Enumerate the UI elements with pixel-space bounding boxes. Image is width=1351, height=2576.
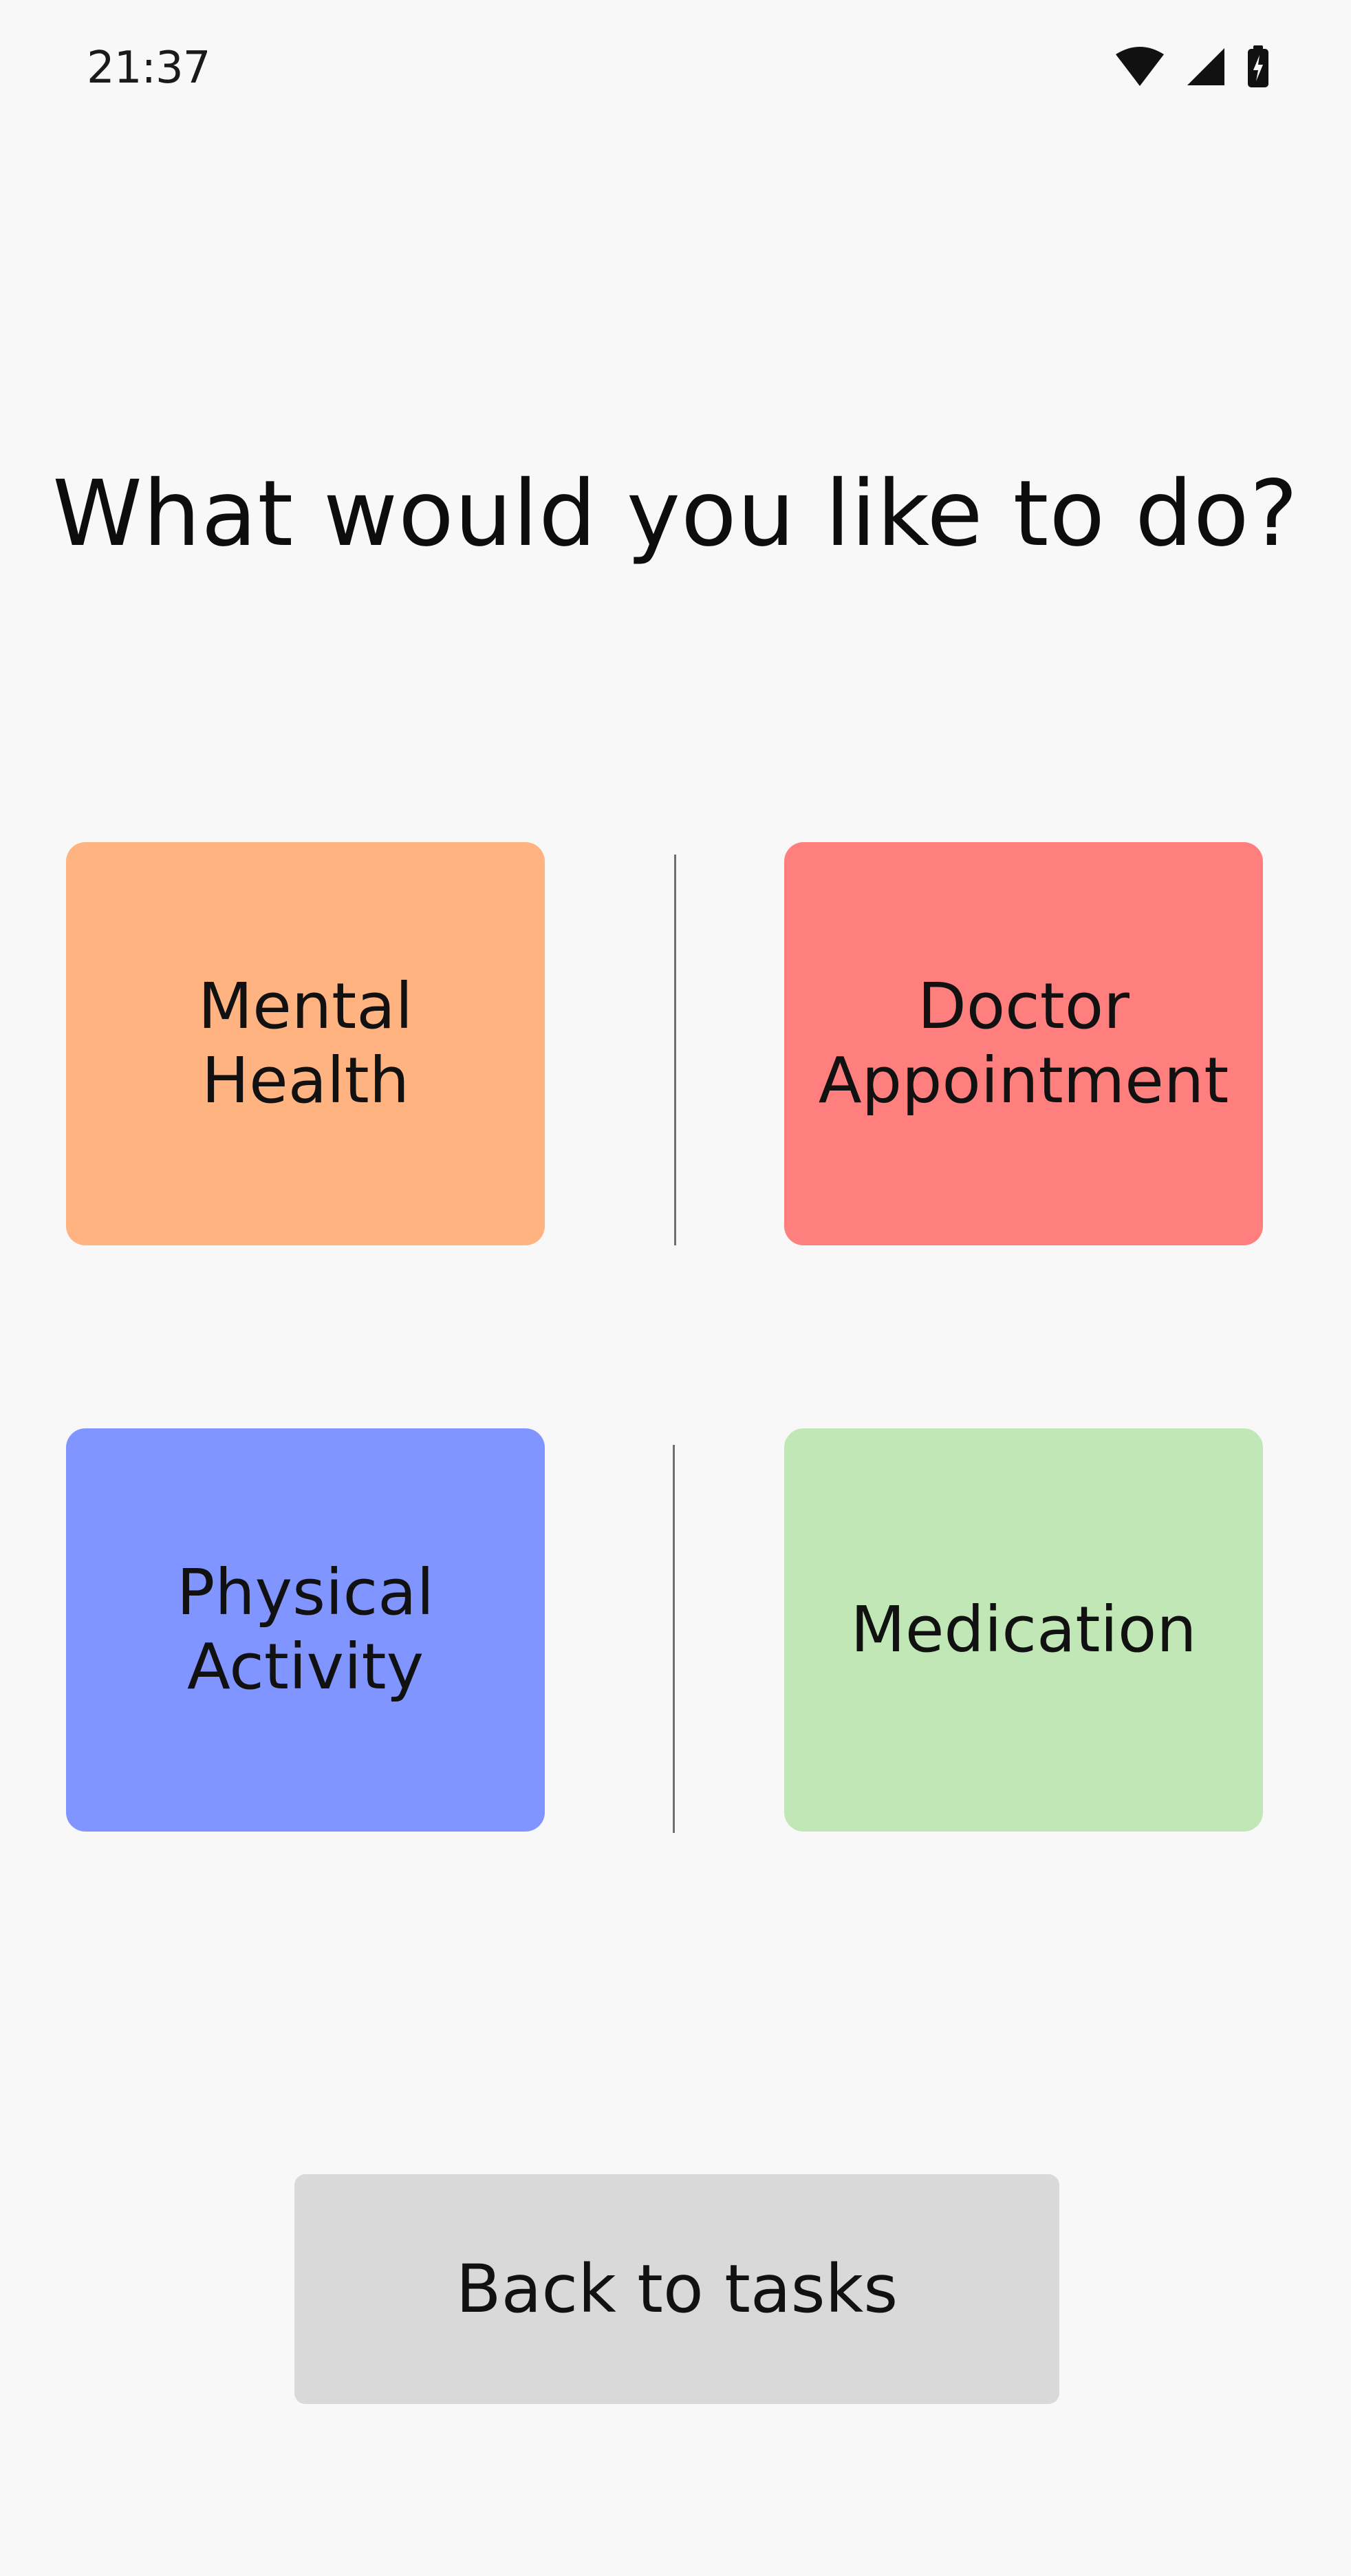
mental-health-button[interactable]: Mental Health bbox=[66, 842, 545, 1245]
divider-bottom bbox=[673, 1445, 675, 1833]
wifi-icon bbox=[1114, 46, 1165, 87]
status-time: 21:37 bbox=[87, 43, 210, 94]
physical-activity-button[interactable]: Physical Activity bbox=[66, 1428, 545, 1832]
doctor-appointment-button[interactable]: Doctor Appointment bbox=[784, 842, 1263, 1245]
status-bar: 21:37 bbox=[0, 0, 1351, 138]
mental-health-label: Mental Health bbox=[197, 969, 413, 1117]
medication-button[interactable]: Medication bbox=[784, 1428, 1263, 1832]
divider-top bbox=[674, 855, 676, 1245]
medication-label: Medication bbox=[850, 1593, 1197, 1666]
battery-charging-icon bbox=[1246, 45, 1270, 88]
page-title: What would you like to do? bbox=[52, 461, 1299, 567]
physical-activity-label: Physical Activity bbox=[176, 1556, 435, 1704]
back-to-tasks-button[interactable]: Back to tasks bbox=[294, 2174, 1059, 2404]
cellular-signal-icon bbox=[1186, 47, 1226, 87]
status-icons bbox=[1114, 45, 1270, 88]
doctor-appointment-label: Doctor Appointment bbox=[818, 969, 1229, 1117]
